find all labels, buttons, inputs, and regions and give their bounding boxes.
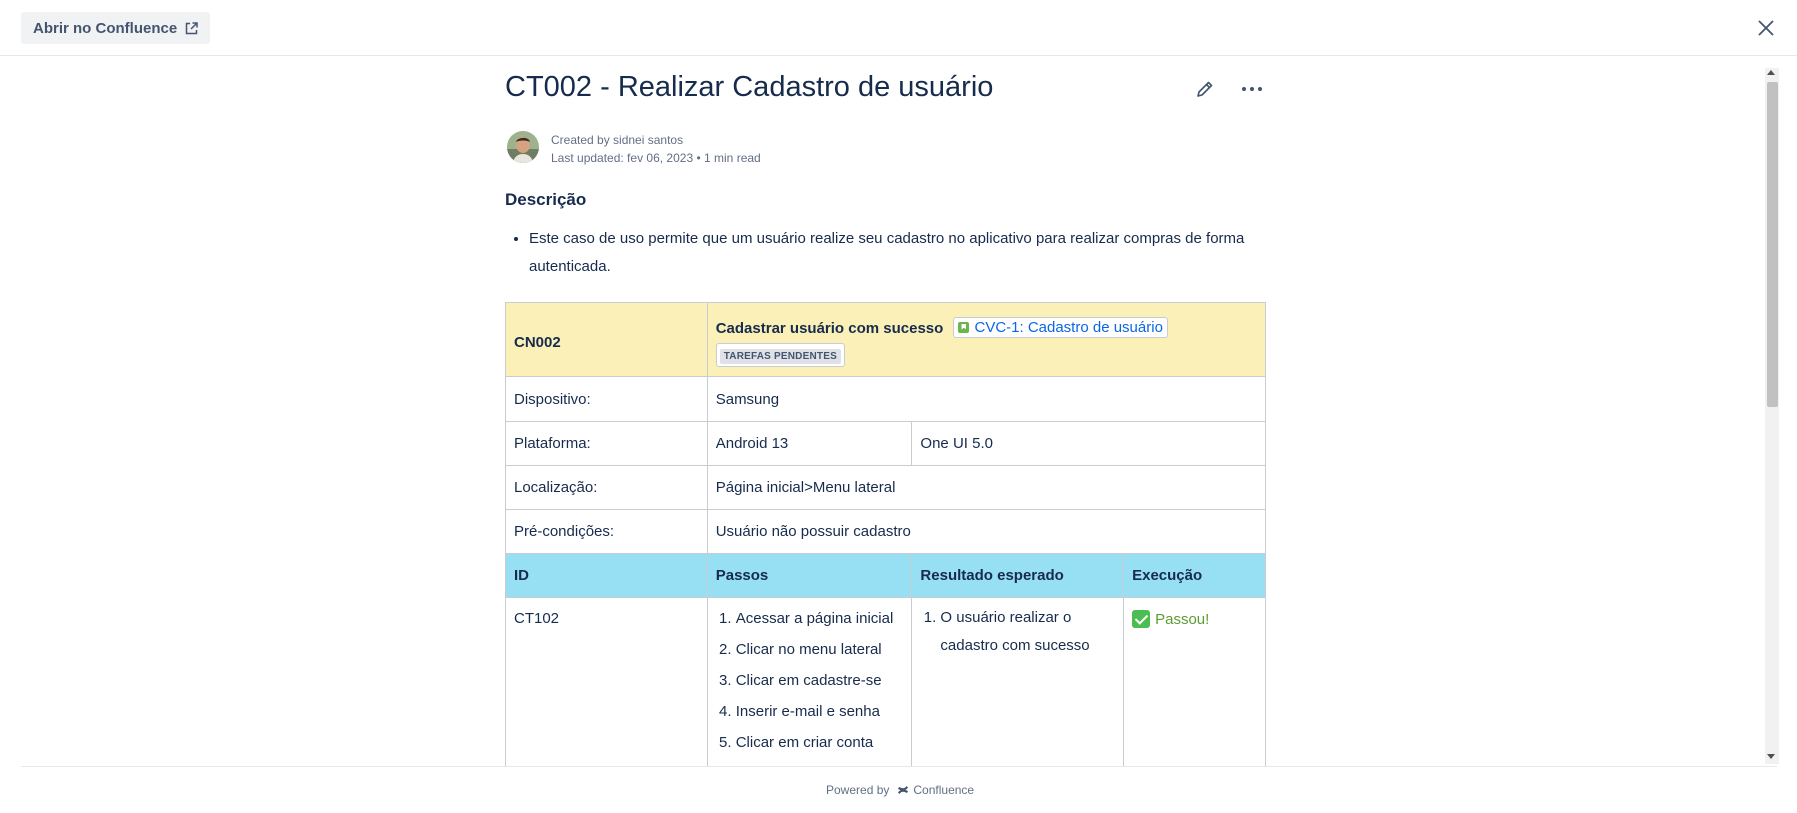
page-content[interactable]: CT002 - Realizar Cadastro de usuário Cre… — [0, 57, 1797, 766]
list-item: Clicar em criar conta — [736, 727, 904, 758]
table-header-row: ID Passos Resultado esperado Execução — [505, 553, 1266, 598]
platform-label: Plataforma: — [505, 421, 708, 466]
confluence-logo-icon — [898, 786, 909, 794]
platform-ui: One UI 5.0 — [911, 421, 1266, 466]
cn-id-cell: CN002 — [505, 302, 708, 377]
execution-label: Passou! — [1155, 610, 1210, 628]
cn-id: CN002 — [514, 334, 561, 351]
title-row: CT002 - Realizar Cadastro de usuário — [505, 71, 1265, 111]
list-item: Acessar a página inicial — [736, 603, 904, 634]
header-expected: Resultado esperado — [911, 553, 1125, 598]
page-title: CT002 - Realizar Cadastro de usuário — [505, 71, 994, 103]
precond-label: Pré-condições: — [505, 509, 708, 554]
table-row: Dispositivo: Samsung — [505, 376, 1267, 422]
table-row: Plataforma: Android 13 One UI 5.0 — [505, 421, 1266, 466]
location-value: Página inicial>Menu lateral — [706, 465, 1267, 510]
header-id: ID — [505, 553, 708, 598]
avatar[interactable] — [507, 131, 539, 163]
scroll-up-icon[interactable] — [1767, 70, 1775, 75]
table-row: Localização: Página inicial>Menu lateral — [505, 465, 1267, 510]
powered-by-label: Powered by — [826, 783, 890, 797]
case-execution-cell: Passou! — [1123, 597, 1266, 766]
table-row: CT102 Acessar a página inicial Clicar no… — [505, 597, 1266, 766]
meta-separator: • — [696, 151, 705, 165]
confluence-brand[interactable]: Confluence — [913, 783, 974, 797]
edit-icon[interactable] — [1195, 79, 1215, 99]
page-meta: Created by sidnei santos Last updated: f… — [551, 131, 761, 167]
execution-status: Passou! — [1132, 610, 1209, 628]
device-label: Dispositivo: — [505, 376, 708, 422]
platform-os: Android 13 — [706, 421, 913, 466]
list-item: O usuário realizar o cadastro com sucess… — [940, 604, 1115, 660]
jira-issue-label: CVC-1: Cadastro de usuário — [974, 318, 1163, 336]
read-time: 1 min read — [704, 151, 761, 165]
case-steps-cell: Acessar a página inicial Clicar no menu … — [706, 597, 913, 766]
created-by[interactable]: Created by sidnei santos — [551, 131, 761, 149]
footer: Powered by Confluence — [21, 766, 1777, 813]
case-expected-cell: O usuário realizar o cadastro com sucess… — [911, 597, 1125, 766]
list-item: Clicar em cadastre-se — [736, 665, 904, 696]
open-in-confluence-button[interactable]: Abrir no Confluence — [21, 12, 211, 44]
list-item: Clicar no menu lateral — [736, 634, 904, 665]
table-row: CN002 Cadastrar usuário com sucesso CVC-… — [505, 302, 1267, 377]
close-icon — [1758, 20, 1774, 36]
top-bar: Abrir no Confluence — [0, 0, 1797, 56]
powered-by: Powered by Confluence — [826, 783, 974, 797]
open-in-confluence-label: Abrir no Confluence — [33, 19, 178, 37]
description: Este caso de uso permite que um usuário … — [505, 225, 1265, 281]
location-label: Localização: — [505, 465, 708, 510]
precond-value: Usuário não possuir cadastro — [706, 509, 1267, 554]
cn-title: Cadastrar usuário com sucesso — [715, 319, 944, 337]
section-heading: Descrição — [505, 190, 587, 209]
table-row: Pré-condições: Usuário não possuir cadas… — [505, 509, 1267, 554]
jira-issue-link[interactable]: CVC-1: Cadastro de usuário — [953, 316, 1168, 338]
check-mark-icon — [1132, 610, 1151, 628]
description-item: Este caso de uso permite que um usuário … — [529, 225, 1265, 281]
list-item: Inserir e-mail e senha — [736, 696, 904, 727]
scrollbar-thumb[interactable] — [1767, 82, 1778, 407]
test-case-table: CN002 Cadastrar usuário com sucesso CVC-… — [505, 302, 1267, 766]
status-box[interactable]: TAREFAS PENDENTES — [715, 342, 845, 367]
last-updated[interactable]: Last updated: fev 06, 2023 — [551, 151, 693, 165]
device-value: Samsung — [706, 376, 1267, 422]
case-id: CT102 — [505, 597, 708, 766]
header-execution: Execução — [1123, 553, 1266, 598]
steps-list: Acessar a página inicial Clicar no menu … — [716, 603, 904, 758]
expected-list: O usuário realizar o cadastro com sucess… — [920, 604, 1115, 660]
scroll-down-icon[interactable] — [1767, 754, 1775, 759]
jira-story-icon — [958, 321, 970, 333]
more-options-icon[interactable] — [1240, 79, 1264, 99]
close-button[interactable] — [1754, 16, 1778, 40]
external-link-icon — [185, 21, 198, 34]
cn-title-cell: Cadastrar usuário com sucesso CVC-1: Cad… — [706, 302, 1267, 377]
status-badge: TAREFAS PENDENTES — [719, 348, 841, 364]
header-steps: Passos — [706, 553, 913, 598]
